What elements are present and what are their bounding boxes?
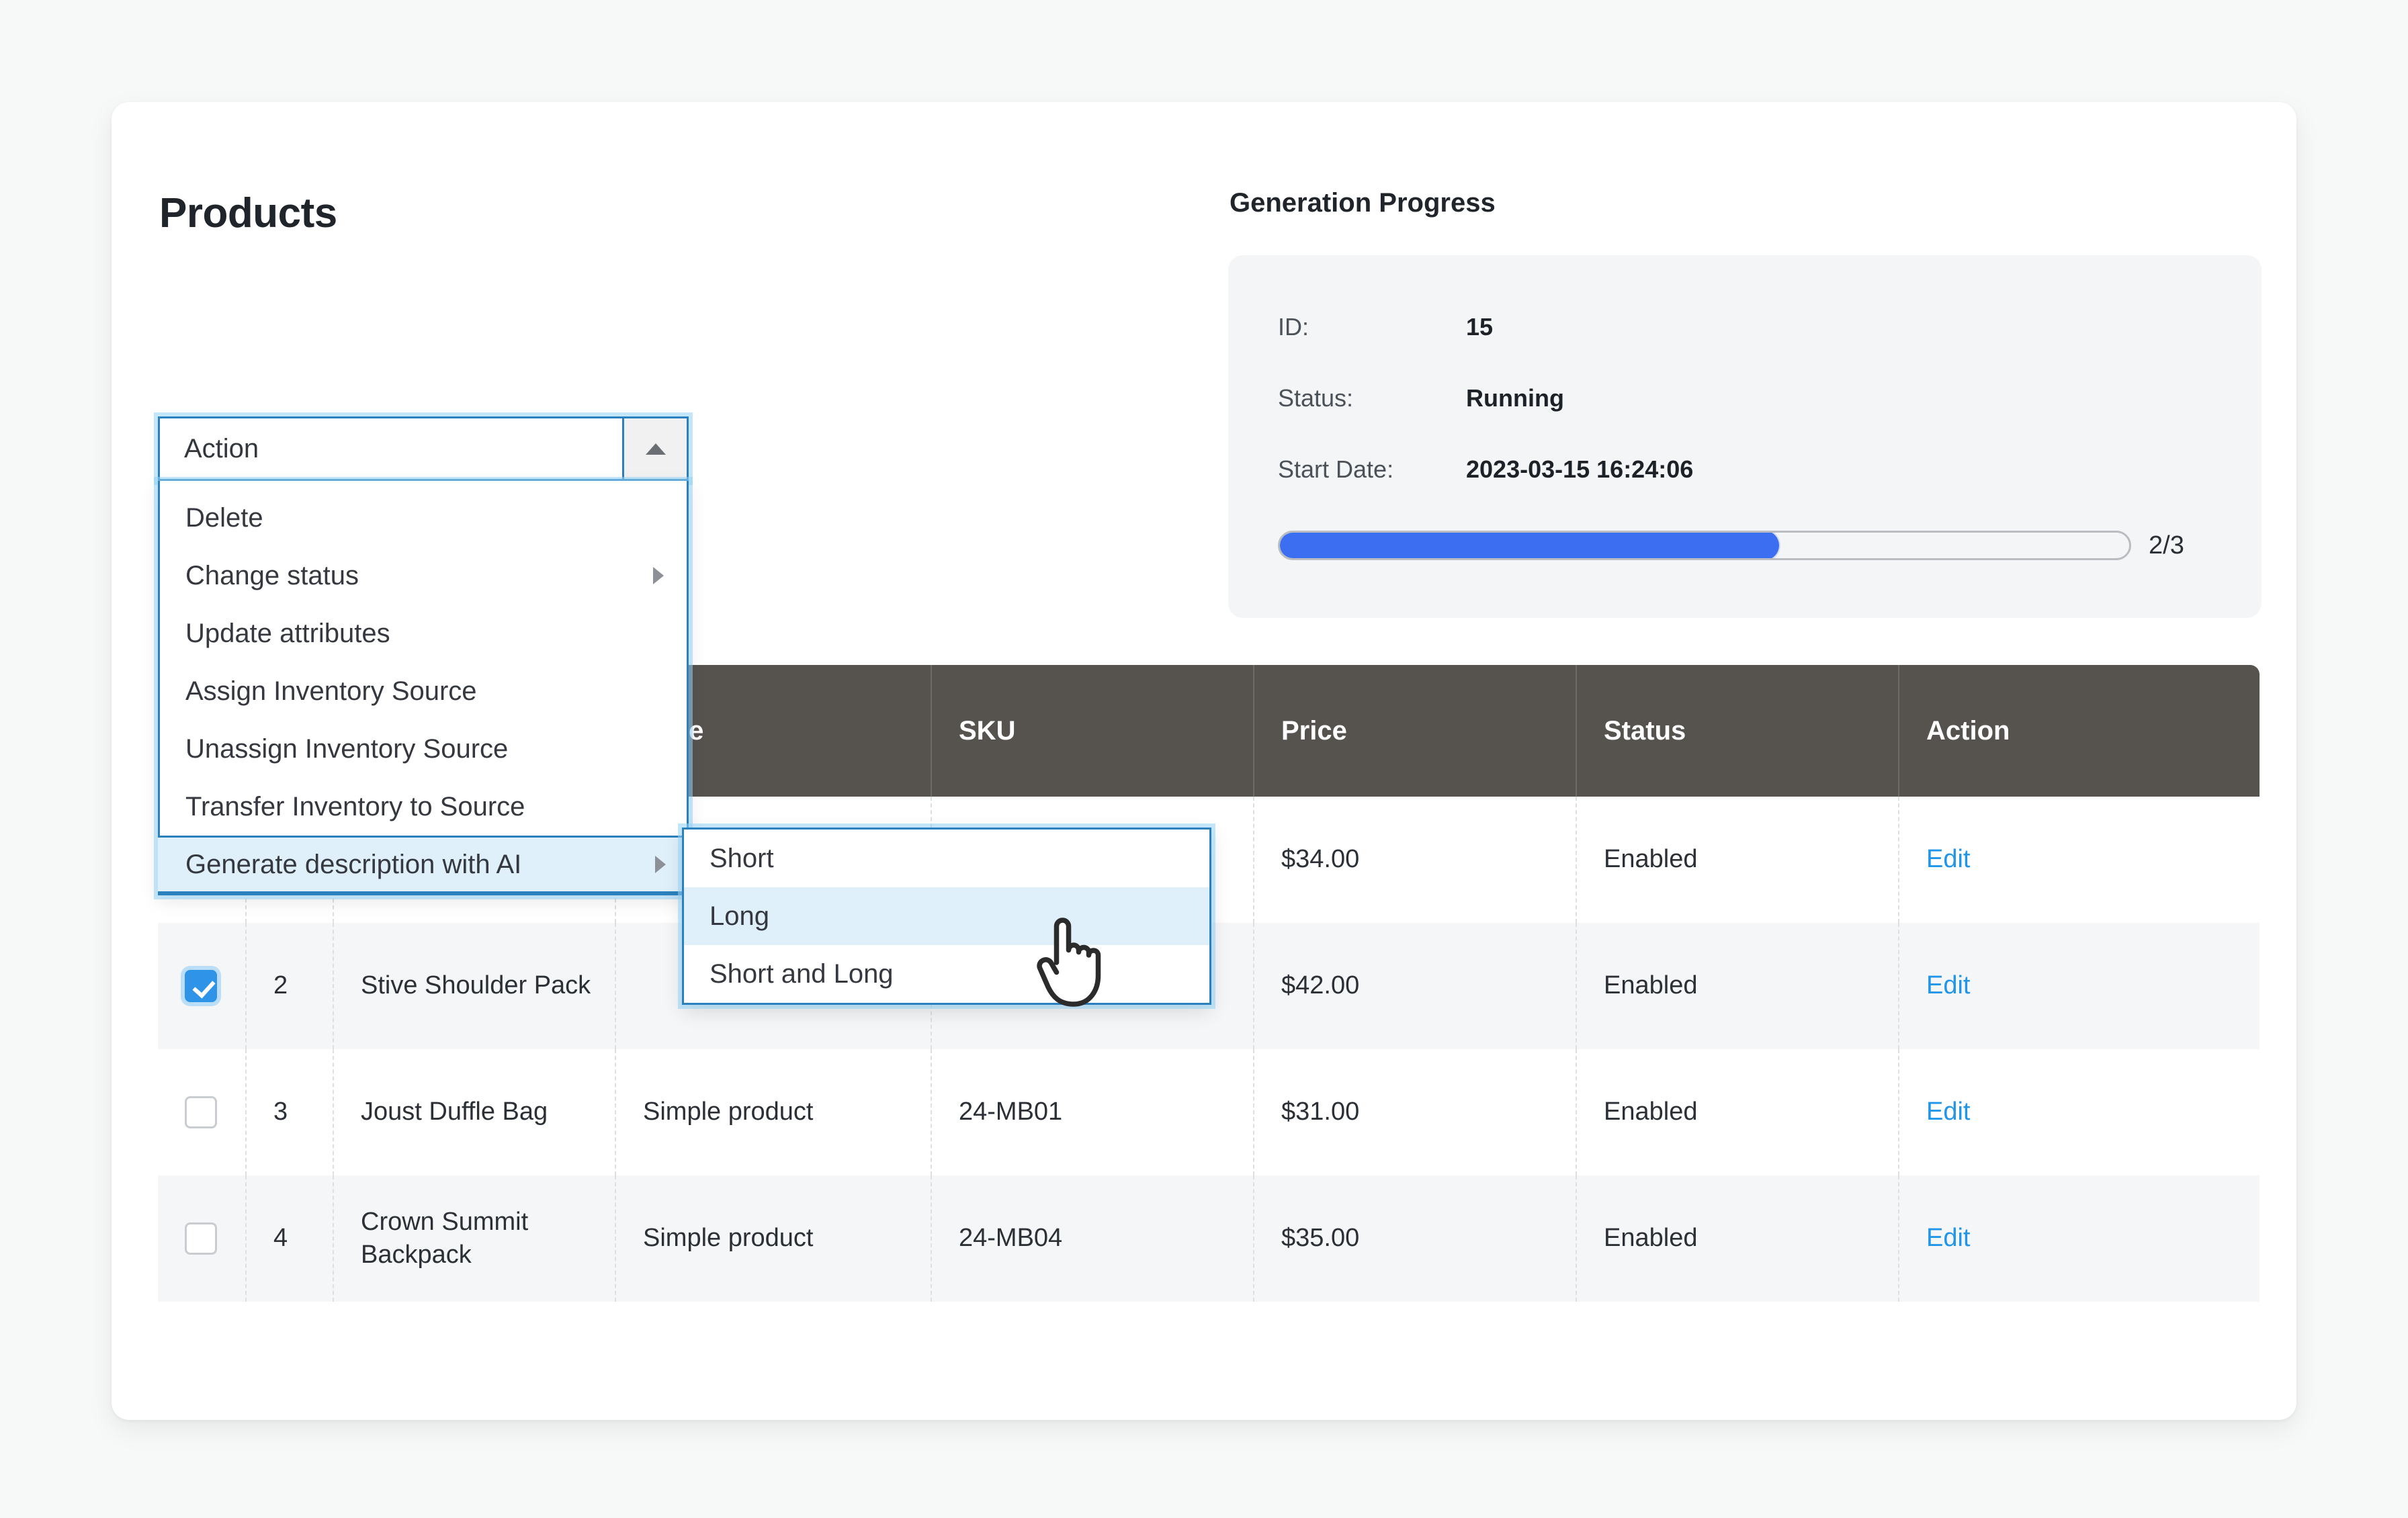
row-id-cell: 3 bbox=[245, 1049, 333, 1175]
progress-start-date-value: 2023-03-15 16:24:06 bbox=[1466, 455, 1694, 483]
chevron-right-icon bbox=[655, 856, 666, 873]
page-title: Products bbox=[159, 190, 337, 236]
dropdown-menu-item[interactable]: Update attributes bbox=[160, 605, 687, 662]
progress-id-label: ID: bbox=[1278, 313, 1309, 341]
progress-start-date-row: Start Date: 2023-03-15 16:24:06 bbox=[1278, 455, 1693, 484]
row-action-cell: Edit bbox=[1898, 1175, 2260, 1302]
progress-bar-wrapper: 2/3 bbox=[1278, 531, 2184, 560]
row-status-cell: Enabled bbox=[1576, 1049, 1898, 1175]
row-checkbox-cell[interactable] bbox=[158, 1049, 245, 1175]
row-type-cell: Simple product bbox=[615, 1049, 931, 1175]
row-checkbox[interactable] bbox=[185, 1096, 217, 1128]
row-price-cell: $35.00 bbox=[1253, 1175, 1576, 1302]
row-sku-cell: 24-MB04 bbox=[931, 1175, 1253, 1302]
row-status-cell: Enabled bbox=[1576, 923, 1898, 1049]
row-checkbox-cell[interactable] bbox=[158, 923, 245, 1049]
row-checkbox-cell[interactable] bbox=[158, 1175, 245, 1302]
chevron-up-glyph bbox=[645, 443, 666, 455]
row-action-cell: Edit bbox=[1898, 1049, 2260, 1175]
dropdown-menu-item-label: Assign Inventory Source bbox=[185, 676, 477, 706]
dropdown-menu-item[interactable]: Assign Inventory Source bbox=[160, 662, 687, 720]
row-price-cell: $34.00 bbox=[1253, 797, 1576, 923]
progress-bar-track bbox=[1278, 531, 2131, 560]
dropdown-menu-item[interactable]: Delete bbox=[160, 489, 687, 547]
dropdown-menu-item-label: Change status bbox=[185, 560, 359, 590]
generate-description-submenu[interactable]: Short Long Short and Long bbox=[682, 828, 1211, 1005]
row-action-cell: Edit bbox=[1898, 923, 2260, 1049]
row-status-cell: Enabled bbox=[1576, 797, 1898, 923]
chevron-right-icon bbox=[653, 567, 664, 584]
table-header-cell: Status bbox=[1576, 665, 1898, 797]
progress-status-row: Status: Running bbox=[1278, 384, 1564, 412]
row-price-cell: $31.00 bbox=[1253, 1049, 1576, 1175]
dropdown-menu-item-label: Generate description with AI bbox=[185, 849, 522, 879]
table-header-cell: Price bbox=[1253, 665, 1576, 797]
dropdown-menu-item[interactable]: Change status bbox=[160, 547, 687, 605]
row-name-cell: Stive Shoulder Pack bbox=[333, 923, 615, 1049]
progress-start-date-label: Start Date: bbox=[1278, 455, 1394, 483]
chevron-up-icon[interactable] bbox=[622, 418, 687, 479]
generation-progress-title: Generation Progress bbox=[1230, 188, 1496, 218]
edit-link[interactable]: Edit bbox=[1926, 1096, 1970, 1128]
dropdown-menu-item-label: Delete bbox=[185, 502, 263, 533]
row-type-cell: Simple product bbox=[615, 1175, 931, 1302]
row-price-cell: $42.00 bbox=[1253, 923, 1576, 1049]
action-select-value: Action bbox=[184, 433, 259, 463]
row-status-cell: Enabled bbox=[1576, 1175, 1898, 1302]
progress-status-label: Status: bbox=[1278, 384, 1354, 412]
progress-bar-fill bbox=[1280, 533, 1779, 558]
submenu-item[interactable]: Short bbox=[684, 830, 1209, 887]
generation-progress-panel: ID: 15 Status: Running Start Date: 2023-… bbox=[1228, 255, 2262, 618]
table-row[interactable]: 3 Joust Duffle Bag Simple product 24-MB01 $3… bbox=[158, 1049, 2260, 1175]
row-checkbox[interactable] bbox=[185, 970, 217, 1002]
dropdown-menu-item[interactable]: Generate description with AI bbox=[158, 836, 689, 893]
row-id-cell: 4 bbox=[245, 1175, 333, 1302]
edit-link[interactable]: Edit bbox=[1926, 843, 1970, 876]
progress-count-label: 2/3 bbox=[2149, 531, 2184, 560]
dropdown-menu-item-label: Unassign Inventory Source bbox=[185, 733, 509, 764]
row-name-cell: Crown Summit Backpack bbox=[333, 1175, 615, 1302]
row-sku-cell: 24-MB01 bbox=[931, 1049, 1253, 1175]
submenu-item[interactable]: Short and Long bbox=[684, 945, 1209, 1003]
edit-link[interactable]: Edit bbox=[1926, 1222, 1970, 1255]
progress-status-value: Running bbox=[1466, 384, 1564, 412]
table-header-cell: SKU bbox=[931, 665, 1253, 797]
progress-id-value: 15 bbox=[1466, 313, 1494, 341]
table-header-cell: Action bbox=[1898, 665, 2260, 797]
dropdown-menu-item-label: Transfer Inventory to Source bbox=[185, 791, 525, 821]
progress-id-row: ID: 15 bbox=[1278, 313, 1493, 341]
dropdown-menu-item[interactable]: Unassign Inventory Source bbox=[160, 720, 687, 778]
submenu-item[interactable]: Long bbox=[684, 887, 1209, 945]
edit-link[interactable]: Edit bbox=[1926, 969, 1970, 1002]
action-dropdown-menu[interactable]: Delete Change status Update attributes Assi… bbox=[158, 481, 689, 895]
row-name-cell: Joust Duffle Bag bbox=[333, 1049, 615, 1175]
table-row[interactable]: 4 Crown Summit Backpack Simple product 24-M… bbox=[158, 1175, 2260, 1302]
action-select[interactable]: Action bbox=[158, 416, 689, 481]
dropdown-menu-item-label: Update attributes bbox=[185, 618, 390, 648]
row-checkbox[interactable] bbox=[185, 1222, 217, 1255]
dropdown-menu-item[interactable]: Transfer Inventory to Source bbox=[160, 778, 687, 836]
row-action-cell: Edit bbox=[1898, 797, 2260, 923]
row-id-cell: 2 bbox=[245, 923, 333, 1049]
